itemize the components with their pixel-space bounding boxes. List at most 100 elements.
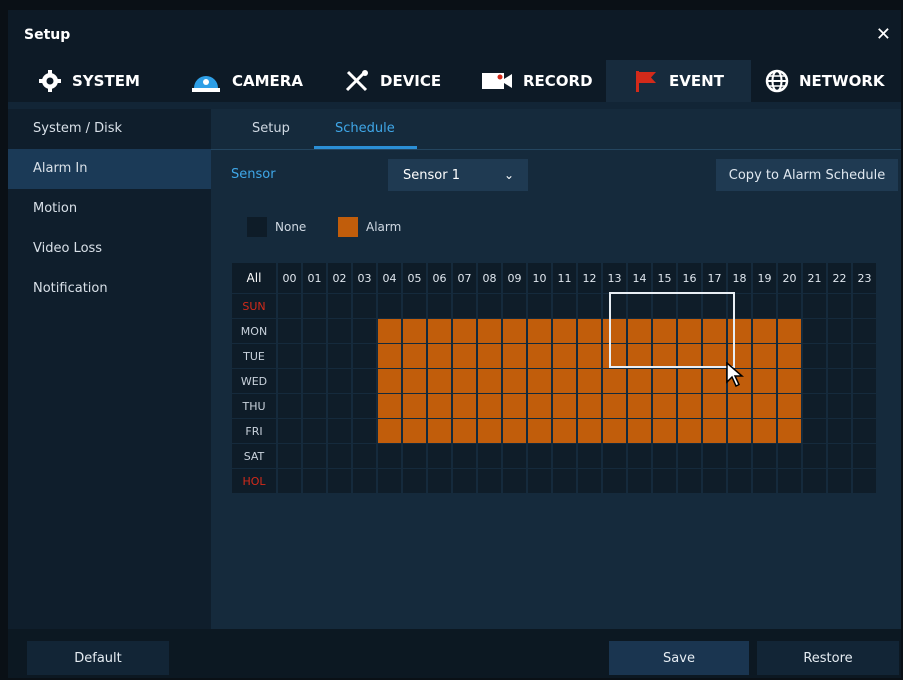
schedule-cell[interactable] bbox=[328, 319, 351, 343]
schedule-cell[interactable] bbox=[303, 344, 326, 368]
schedule-cell[interactable] bbox=[778, 294, 801, 318]
sidebar-item-motion[interactable]: Motion bbox=[8, 189, 211, 229]
schedule-cell[interactable] bbox=[328, 469, 351, 493]
day-label[interactable]: HOL bbox=[232, 469, 276, 493]
schedule-cell[interactable] bbox=[778, 369, 801, 393]
schedule-cell[interactable] bbox=[653, 369, 676, 393]
schedule-cell[interactable] bbox=[528, 369, 551, 393]
schedule-cell[interactable] bbox=[853, 294, 876, 318]
day-label[interactable]: WED bbox=[232, 369, 276, 393]
hour-header-cell[interactable]: 09 bbox=[503, 263, 526, 293]
schedule-cell[interactable] bbox=[678, 344, 701, 368]
schedule-cell[interactable] bbox=[378, 394, 401, 418]
schedule-cell[interactable] bbox=[278, 369, 301, 393]
schedule-cell[interactable] bbox=[578, 294, 601, 318]
schedule-cell[interactable] bbox=[653, 394, 676, 418]
hour-header-cell[interactable]: 13 bbox=[603, 263, 626, 293]
hour-header-cell[interactable]: 15 bbox=[653, 263, 676, 293]
schedule-cell[interactable] bbox=[303, 469, 326, 493]
schedule-cell[interactable] bbox=[828, 419, 851, 443]
hour-header-cell[interactable]: 00 bbox=[278, 263, 301, 293]
schedule-cell[interactable] bbox=[478, 394, 501, 418]
schedule-cell[interactable] bbox=[278, 444, 301, 468]
save-button[interactable]: Save bbox=[609, 641, 749, 675]
hour-header-cell[interactable]: 21 bbox=[803, 263, 826, 293]
schedule-cell[interactable] bbox=[428, 319, 451, 343]
schedule-cell[interactable] bbox=[353, 394, 376, 418]
schedule-cell[interactable] bbox=[803, 394, 826, 418]
schedule-cell[interactable] bbox=[503, 444, 526, 468]
schedule-cell[interactable] bbox=[428, 294, 451, 318]
schedule-cell[interactable] bbox=[303, 419, 326, 443]
schedule-cell[interactable] bbox=[428, 444, 451, 468]
schedule-cell[interactable] bbox=[828, 394, 851, 418]
day-label[interactable]: SAT bbox=[232, 444, 276, 468]
hour-header-cell[interactable]: 05 bbox=[403, 263, 426, 293]
schedule-cell[interactable] bbox=[678, 369, 701, 393]
hour-header-cell[interactable]: 16 bbox=[678, 263, 701, 293]
schedule-cell[interactable] bbox=[703, 419, 726, 443]
schedule-cell[interactable] bbox=[403, 394, 426, 418]
schedule-cell[interactable] bbox=[603, 444, 626, 468]
schedule-cell[interactable] bbox=[853, 469, 876, 493]
schedule-cell[interactable] bbox=[703, 444, 726, 468]
schedule-cell[interactable] bbox=[453, 419, 476, 443]
schedule-cell[interactable] bbox=[528, 444, 551, 468]
hour-header-cell[interactable]: 07 bbox=[453, 263, 476, 293]
schedule-cell[interactable] bbox=[653, 419, 676, 443]
schedule-cell[interactable] bbox=[478, 419, 501, 443]
schedule-cell[interactable] bbox=[403, 294, 426, 318]
schedule-cell[interactable] bbox=[503, 419, 526, 443]
schedule-cell[interactable] bbox=[503, 394, 526, 418]
schedule-cell[interactable] bbox=[653, 444, 676, 468]
schedule-cell[interactable] bbox=[553, 419, 576, 443]
schedule-cell[interactable] bbox=[753, 469, 776, 493]
schedule-cell[interactable] bbox=[478, 369, 501, 393]
tab-camera[interactable]: CAMERA bbox=[190, 60, 310, 102]
default-button[interactable]: Default bbox=[27, 641, 169, 675]
schedule-cell[interactable] bbox=[603, 319, 626, 343]
day-label[interactable]: FRI bbox=[232, 419, 276, 443]
schedule-cell[interactable] bbox=[678, 319, 701, 343]
schedule-cell[interactable] bbox=[703, 394, 726, 418]
hour-header-cell[interactable]: 06 bbox=[428, 263, 451, 293]
schedule-cell[interactable] bbox=[753, 319, 776, 343]
schedule-cell[interactable] bbox=[828, 319, 851, 343]
schedule-cell[interactable] bbox=[853, 419, 876, 443]
schedule-cell[interactable] bbox=[678, 394, 701, 418]
schedule-cell[interactable] bbox=[628, 444, 651, 468]
hour-header-cell[interactable]: 23 bbox=[853, 263, 876, 293]
schedule-cell[interactable] bbox=[428, 419, 451, 443]
schedule-cell[interactable] bbox=[278, 394, 301, 418]
schedule-cell[interactable] bbox=[278, 319, 301, 343]
schedule-cell[interactable] bbox=[578, 344, 601, 368]
schedule-cell[interactable] bbox=[353, 369, 376, 393]
schedule-cell[interactable] bbox=[428, 344, 451, 368]
schedule-cell[interactable] bbox=[828, 469, 851, 493]
schedule-cell[interactable] bbox=[628, 419, 651, 443]
schedule-cell[interactable] bbox=[553, 319, 576, 343]
schedule-cell[interactable] bbox=[753, 369, 776, 393]
schedule-cell[interactable] bbox=[753, 394, 776, 418]
schedule-cell[interactable] bbox=[328, 394, 351, 418]
schedule-cell[interactable] bbox=[378, 344, 401, 368]
schedule-cell[interactable] bbox=[628, 319, 651, 343]
hour-header-cell[interactable]: 08 bbox=[478, 263, 501, 293]
restore-button[interactable]: Restore bbox=[757, 641, 899, 675]
schedule-cell[interactable] bbox=[528, 344, 551, 368]
schedule-cell[interactable] bbox=[703, 369, 726, 393]
schedule-cell[interactable] bbox=[678, 419, 701, 443]
schedule-cell[interactable] bbox=[753, 294, 776, 318]
schedule-cell[interactable] bbox=[553, 344, 576, 368]
tab-setup[interactable]: Setup bbox=[252, 121, 290, 136]
schedule-cell[interactable] bbox=[603, 419, 626, 443]
schedule-cell[interactable] bbox=[278, 469, 301, 493]
schedule-cell[interactable] bbox=[328, 444, 351, 468]
tab-event[interactable]: EVENT bbox=[606, 60, 751, 102]
schedule-cell[interactable] bbox=[303, 294, 326, 318]
hour-header-cell[interactable]: 22 bbox=[828, 263, 851, 293]
schedule-cell[interactable] bbox=[653, 469, 676, 493]
schedule-cell[interactable] bbox=[828, 294, 851, 318]
schedule-cell[interactable] bbox=[378, 469, 401, 493]
schedule-cell[interactable] bbox=[278, 294, 301, 318]
